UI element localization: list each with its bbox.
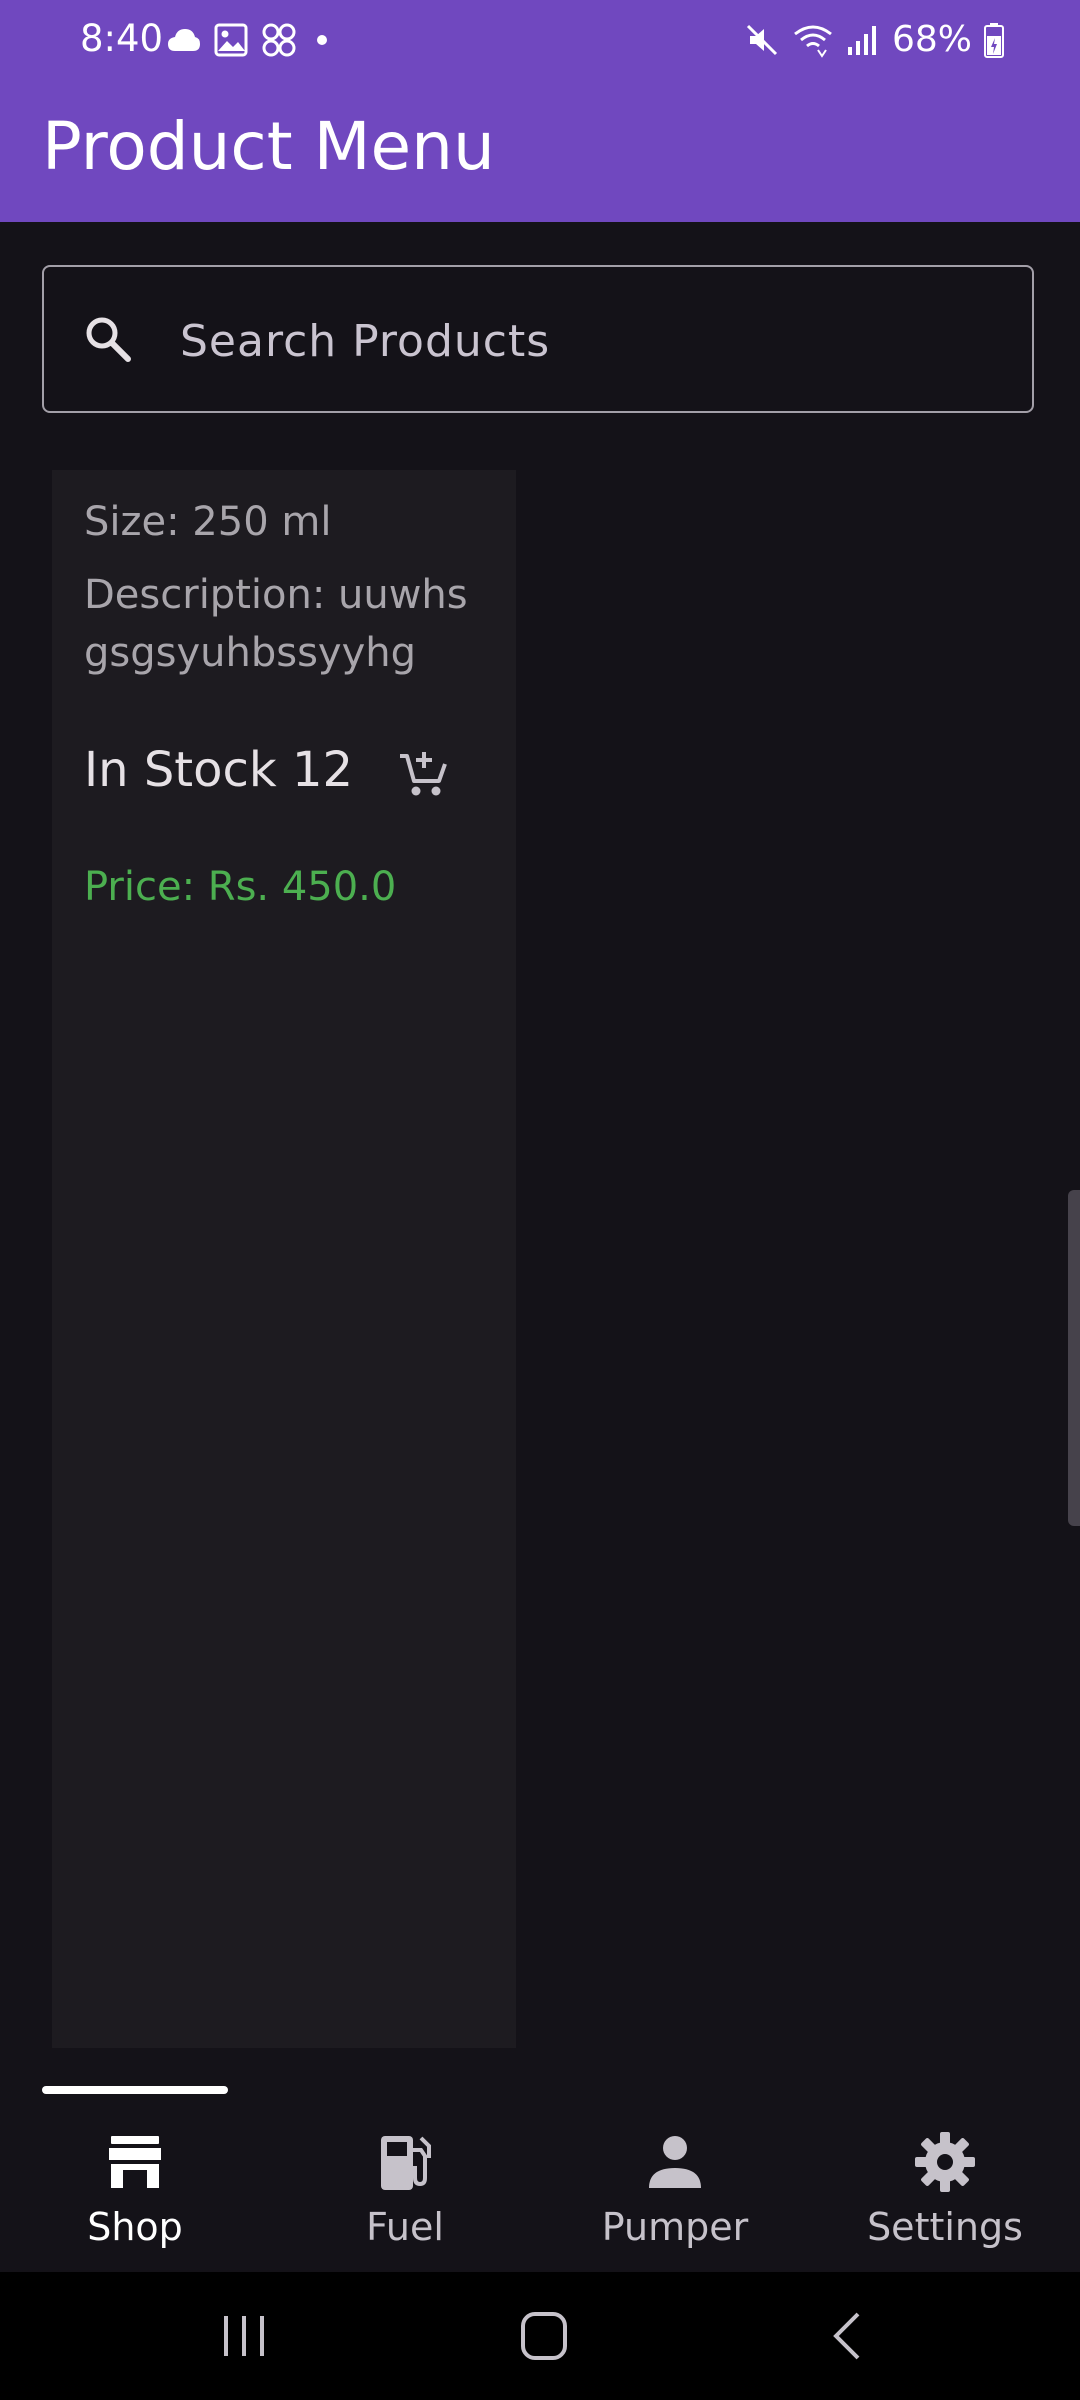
dot-icon bbox=[317, 35, 327, 45]
cloud-icon bbox=[168, 29, 200, 51]
tab-label: Fuel bbox=[366, 2205, 444, 2249]
search-icon bbox=[86, 317, 131, 362]
home-icon[interactable] bbox=[514, 2308, 574, 2364]
status-bar: 8:40 68% bbox=[0, 0, 1080, 80]
recents-icon[interactable] bbox=[214, 2308, 274, 2364]
tab-label: Pumper bbox=[601, 2205, 749, 2249]
gear-icon bbox=[915, 2132, 975, 2192]
back-icon[interactable] bbox=[818, 2308, 878, 2364]
tab-settings[interactable]: Settings bbox=[810, 2130, 1080, 2260]
tab-shop[interactable]: Shop bbox=[0, 2130, 270, 2260]
app-bar: 8:40 68% Product Menu bbox=[0, 0, 1080, 222]
product-description: Description: uuwhs gsgsyuhbssyyhg bbox=[84, 572, 468, 676]
bottom-navigation: Shop Fuel Pumper Settings bbox=[0, 2070, 1080, 2272]
tab-pumper[interactable]: Pumper bbox=[540, 2130, 810, 2260]
wifi-icon bbox=[794, 25, 832, 58]
add-shopping-cart-icon bbox=[400, 752, 447, 796]
product-size: Size: 250 ml bbox=[84, 499, 332, 545]
screen: 8:40 68% Product Menu Search Products Si… bbox=[0, 0, 1080, 2400]
active-tab-indicator bbox=[42, 2086, 228, 2094]
tab-label: Settings bbox=[867, 2205, 1023, 2249]
product-price: Price: Rs. 450.0 bbox=[84, 864, 397, 910]
status-time: 8:40 bbox=[80, 17, 164, 60]
system-navigation-bar bbox=[0, 2272, 1080, 2400]
battery-icon bbox=[984, 23, 1004, 58]
person-icon bbox=[649, 2136, 701, 2188]
signal-icon bbox=[847, 26, 876, 55]
add-to-cart-button[interactable] bbox=[392, 742, 456, 806]
fuel-pump-icon bbox=[381, 2136, 431, 2190]
image-icon bbox=[214, 23, 248, 57]
mute-icon bbox=[746, 24, 778, 56]
status-icons-right: 68% bbox=[744, 18, 1004, 62]
tab-fuel[interactable]: Fuel bbox=[270, 2130, 540, 2260]
battery-percentage: 68% bbox=[891, 19, 972, 60]
search-field[interactable] bbox=[42, 265, 1034, 413]
product-stock: In Stock 12 bbox=[84, 742, 354, 798]
apps-icon bbox=[262, 23, 296, 57]
status-icons-left bbox=[166, 20, 334, 60]
scrollbar-thumb[interactable] bbox=[1068, 1190, 1080, 1526]
store-icon bbox=[109, 2136, 161, 2188]
product-card[interactable]: Size: 250 ml Description: uuwhs gsgsyuhb… bbox=[52, 470, 516, 2048]
search-input[interactable] bbox=[180, 313, 1000, 369]
tab-label: Shop bbox=[87, 2205, 183, 2249]
page-title: Product Menu bbox=[42, 108, 495, 185]
